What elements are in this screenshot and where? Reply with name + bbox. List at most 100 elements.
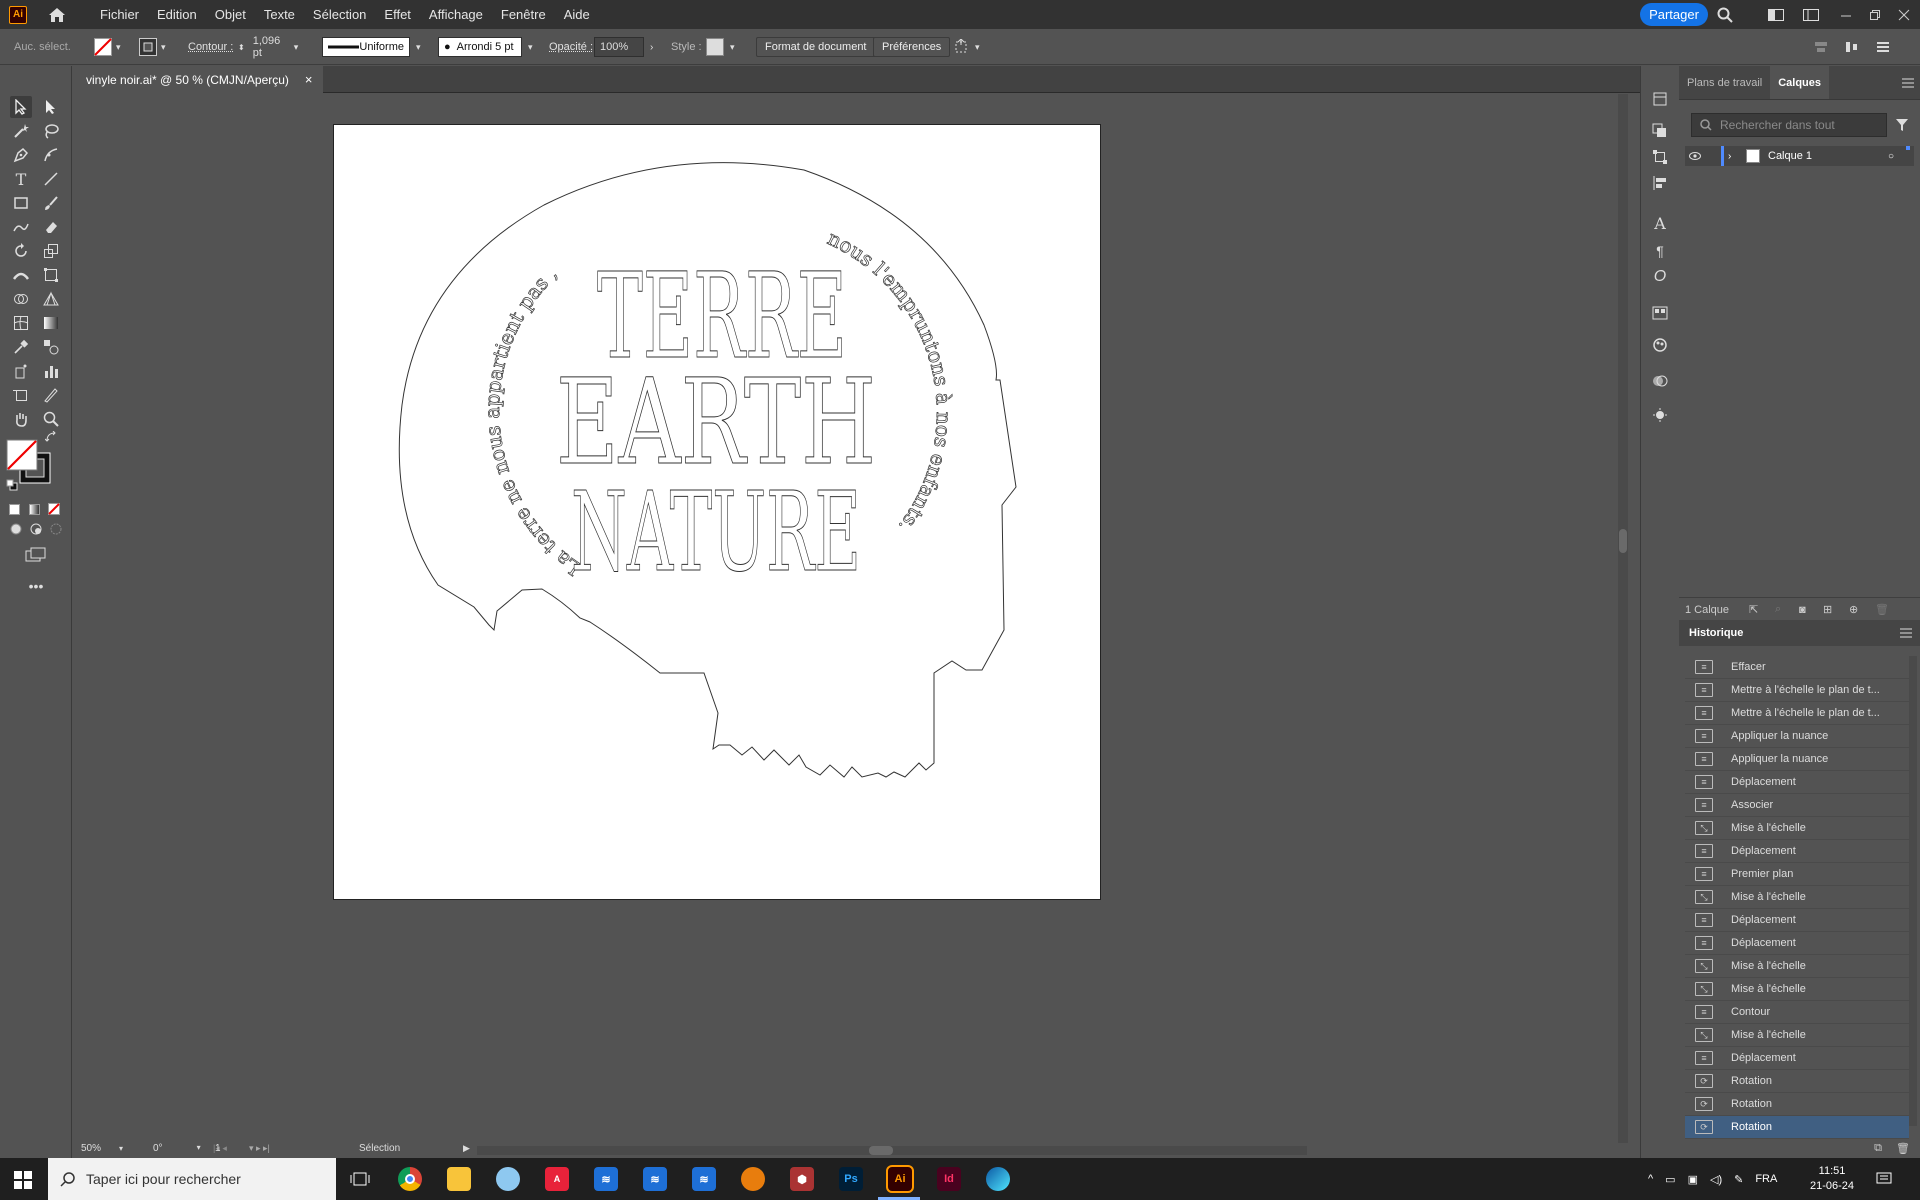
play-icon[interactable]: ▶ <box>463 1143 470 1154</box>
layer-row[interactable]: › Calque 1 ○ <box>1685 146 1914 166</box>
app-icon-layers-3[interactable]: ≋ <box>692 1167 716 1191</box>
taskbar-search[interactable]: Taper ici pour rechercher <box>48 1158 336 1200</box>
properties-panel-icon[interactable] <box>1651 90 1669 108</box>
history-item[interactable]: ≡ Déplacement <box>1685 840 1909 863</box>
stroke-weight-control[interactable]: ⬍ 1,096 pt ▾ <box>238 29 298 65</box>
stroke-weight-input[interactable]: 1,096 pt <box>248 35 294 59</box>
distribute-icon[interactable] <box>1845 29 1859 65</box>
layers-panel-menu-icon[interactable] <box>1902 66 1920 99</box>
transform-options-icon[interactable]: ▾ <box>953 29 980 65</box>
lasso-icon[interactable] <box>40 120 62 142</box>
draw-inside-icon[interactable] <box>46 518 66 540</box>
align-panel-icon[interactable] <box>1651 174 1669 192</box>
history-item[interactable]: ⤡ Mise à l'échelle <box>1685 817 1909 840</box>
export-icon[interactable]: ⇱ <box>1749 603 1758 616</box>
draw-normal-icon[interactable] <box>6 518 26 540</box>
zoom-tool-icon[interactable] <box>40 408 62 430</box>
direct-selection-tool-icon[interactable] <box>40 96 62 118</box>
eraser-tool-icon[interactable] <box>40 216 62 238</box>
history-item[interactable]: ≡ Appliquer la nuance <box>1685 725 1909 748</box>
pen-icon[interactable]: ✎ <box>1734 1173 1743 1186</box>
chrome-icon[interactable] <box>398 1167 422 1191</box>
app-icon-blue-orb[interactable] <box>496 1167 520 1191</box>
artboard-nav-next-icon[interactable]: ▾ ▸ ▸| <box>249 1143 270 1154</box>
new-layer-icon[interactable]: ⊕ <box>1849 603 1858 616</box>
contour-label[interactable]: Contour : <box>188 29 233 65</box>
menu-effet[interactable]: Effet <box>375 0 420 29</box>
windows-start-icon[interactable] <box>14 1171 32 1192</box>
free-transform-icon[interactable] <box>40 264 62 286</box>
language-indicator[interactable]: FRA <box>1755 1173 1777 1185</box>
preferences-button[interactable]: Préférences <box>873 37 951 57</box>
zoom-value[interactable]: 50% <box>81 1143 101 1154</box>
type-tool-icon[interactable]: T <box>10 168 32 190</box>
opacity-label[interactable]: Opacité : <box>549 29 593 65</box>
history-item[interactable]: ≡ Contour <box>1685 1001 1909 1024</box>
history-item[interactable]: ⤡ Mise à l'échelle <box>1685 886 1909 909</box>
chevron-down-icon[interactable]: ▾ <box>197 1143 201 1154</box>
swap-colors-icon[interactable] <box>44 430 58 444</box>
brush-select[interactable]: ● Arrondi 5 pt ▾ <box>438 29 533 65</box>
menu-objet[interactable]: Objet <box>206 0 255 29</box>
delete-layer-icon[interactable]: 🗑 <box>1875 603 1889 616</box>
layer-name[interactable]: Calque 1 <box>1768 150 1812 162</box>
search-icon[interactable] <box>1714 5 1736 25</box>
artboard-tool-icon[interactable] <box>10 384 32 406</box>
column-graph-icon[interactable] <box>40 360 62 382</box>
magic-wand-icon[interactable] <box>10 120 32 142</box>
layers-search-field[interactable]: Rechercher dans tout <box>1691 113 1887 137</box>
history-item[interactable]: ≡ Associer <box>1685 794 1909 817</box>
minimize-icon[interactable] <box>1835 5 1857 25</box>
none-mode-icon[interactable] <box>44 498 64 520</box>
align-icon[interactable] <box>1814 29 1828 65</box>
selection-tool-icon[interactable] <box>10 96 32 118</box>
menu-affichage[interactable]: Affichage <box>420 0 492 29</box>
history-item[interactable]: ≡ Premier plan <box>1685 863 1909 886</box>
rotation-value[interactable]: 0° <box>153 1143 163 1154</box>
visibility-eye-icon[interactable] <box>1685 152 1705 160</box>
menu-texte[interactable]: Texte <box>255 0 304 29</box>
illustrator-taskbar-icon[interactable]: Ai <box>886 1165 914 1193</box>
chevron-right-icon[interactable]: › <box>650 42 653 53</box>
menu-aide[interactable]: Aide <box>555 0 599 29</box>
menu-fenetre[interactable]: Fenêtre <box>492 0 555 29</box>
history-item[interactable]: ⤡ Mise à l'échelle <box>1685 1024 1909 1047</box>
shaper-tool-icon[interactable] <box>10 216 32 238</box>
workspace-icon[interactable] <box>1800 5 1822 25</box>
transform-panel-icon[interactable] <box>1651 148 1669 166</box>
history-item[interactable]: ≡ Déplacement <box>1685 932 1909 955</box>
locate-object-icon[interactable]: ⌕ <box>1775 603 1781 616</box>
shape-builder-icon[interactable] <box>10 288 32 310</box>
history-item[interactable]: ≡ Mettre à l'échelle le plan de t... <box>1685 702 1909 725</box>
menu-selection[interactable]: Sélection <box>304 0 375 29</box>
history-scrollbar[interactable] <box>1909 656 1917 1126</box>
paragraph-panel-icon[interactable]: ¶ <box>1651 242 1669 260</box>
volume-icon[interactable]: ◁) <box>1710 1173 1722 1186</box>
history-item[interactable]: ≡ Déplacement <box>1685 771 1909 794</box>
chevron-up-icon[interactable]: ^ <box>1648 1173 1653 1185</box>
style-swatch[interactable]: ▾ <box>706 29 735 65</box>
horizontal-scrollbar[interactable] <box>477 1146 1307 1155</box>
artboard[interactable]: La terre ne nous appartient pas , nous l… <box>333 124 1101 900</box>
swatches-panel-icon[interactable] <box>1651 304 1669 322</box>
symbol-sprayer-icon[interactable] <box>10 360 32 382</box>
history-item[interactable]: ⟳ Rotation <box>1685 1093 1909 1116</box>
default-colors-icon[interactable] <box>5 478 19 492</box>
tab-artboards[interactable]: Plans de travail <box>1679 66 1770 99</box>
hand-tool-icon[interactable] <box>10 408 32 430</box>
new-sublayer-icon[interactable]: ⊞ <box>1823 603 1832 616</box>
symbols-panel-icon[interactable] <box>1651 406 1669 424</box>
character-panel-icon[interactable]: A <box>1651 214 1669 233</box>
stroke-swatch[interactable]: ▾ <box>139 29 166 65</box>
stroke-profile-select[interactable]: Uniforme ▾ <box>322 29 421 65</box>
task-view-icon[interactable] <box>348 1167 372 1191</box>
document-format-button[interactable]: Format de document <box>756 37 876 57</box>
opacity-input[interactable]: 100% <box>594 37 644 57</box>
perspective-grid-icon[interactable] <box>40 288 62 310</box>
artboard-number[interactable]: 1 <box>215 1143 221 1154</box>
close-window-icon[interactable] <box>1893 5 1915 25</box>
width-tool-icon[interactable] <box>10 264 32 286</box>
share-button[interactable]: Partager <box>1640 3 1708 26</box>
app-icon-red-hex[interactable]: ⬢ <box>790 1167 814 1191</box>
rotation-control[interactable]: 0° ▾ <box>153 1143 201 1154</box>
